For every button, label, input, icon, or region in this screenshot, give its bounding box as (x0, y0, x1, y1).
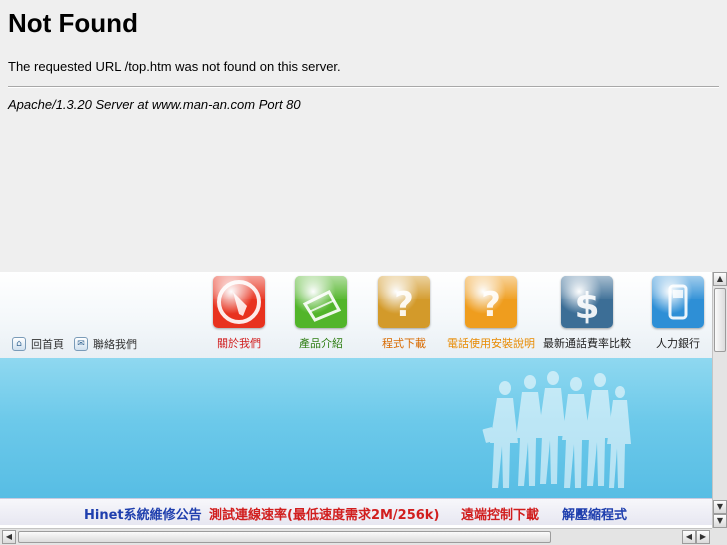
people-silhouette-image (482, 371, 631, 488)
nav-item-downloads[interactable]: ? 程式下載 (354, 276, 454, 351)
red-tile-icon (213, 276, 265, 328)
home-icon: ⌂ (12, 337, 26, 351)
contact-link[interactable]: 聯絡我們 (93, 336, 137, 352)
announcement-ticker: Hinet系統維修公告 測試連線速率(最低速度需求2M/256k) 遠端控制下載… (0, 498, 712, 525)
dollar-tile-icon: $ (561, 276, 613, 328)
horizontal-scroll-thumb[interactable] (18, 531, 551, 543)
scroll-left-icon[interactable]: ◀ (2, 530, 16, 544)
error-frame: Not Found The requested URL /top.htm was… (0, 0, 727, 272)
ticker-link-remote-control[interactable]: 遠端控制下載 (461, 504, 539, 523)
nav-label: 電話使用安裝說明 (447, 337, 535, 350)
nav-item-install-guide[interactable]: ? 電話使用安裝說明 (441, 276, 541, 351)
svg-text:$: $ (574, 286, 599, 327)
scroll-up-icon[interactable]: ▲ (713, 272, 727, 286)
vertical-scrollbar[interactable]: ▲ ▼ ▼ (712, 272, 727, 528)
server-signature: Apache/1.3.20 Server at www.man-an.com P… (8, 97, 301, 112)
site-frame: ⌂ 回首頁 ✉ 聯絡我們 關於我們 產品介紹 ? 程式下載 ? 電話使用安裝說明… (0, 272, 727, 545)
home-links: ⌂ 回首頁 ✉ 聯絡我們 (12, 336, 147, 352)
scroll-down-icon[interactable]: ▼ (713, 514, 727, 528)
ticker-link-unzip[interactable]: 解壓縮程式 (562, 504, 627, 523)
question-tile-icon: ? (465, 276, 517, 328)
nav-bar: ⌂ 回首頁 ✉ 聯絡我們 關於我們 產品介紹 ? 程式下載 ? 電話使用安裝說明… (0, 272, 712, 358)
nav-label: 最新通話費率比較 (543, 337, 631, 350)
svg-text:?: ? (394, 285, 414, 325)
scroll-right-icon[interactable]: ▶ (696, 530, 710, 544)
home-link[interactable]: 回首頁 (31, 336, 64, 352)
question-tile-icon: ? (378, 276, 430, 328)
error-message: The requested URL /top.htm was not found… (8, 59, 341, 74)
ticker-link-speed-test[interactable]: 測試連線速率(最低速度需求2M/256k) (209, 504, 439, 523)
scrollbar-corner (712, 528, 727, 545)
horizontal-scrollbar[interactable]: ◀ ◀ ▶ (0, 528, 712, 545)
divider (8, 86, 719, 88)
hero-banner (0, 358, 712, 498)
ticker-link-maintenance[interactable]: Hinet系統維修公告 (84, 504, 202, 523)
page-title: Not Found (8, 8, 138, 38)
scroll-down-icon[interactable]: ▼ (713, 500, 727, 514)
scroll-left-icon[interactable]: ◀ (682, 530, 696, 544)
vertical-scroll-thumb[interactable] (714, 288, 726, 352)
mail-icon: ✉ (74, 337, 88, 351)
green-tile-icon (295, 276, 347, 328)
nav-label: 程式下載 (382, 337, 426, 350)
phone-tile-icon (652, 276, 704, 328)
nav-item-rates[interactable]: $ 最新通話費率比較 (537, 276, 637, 351)
svg-text:?: ? (481, 285, 501, 325)
